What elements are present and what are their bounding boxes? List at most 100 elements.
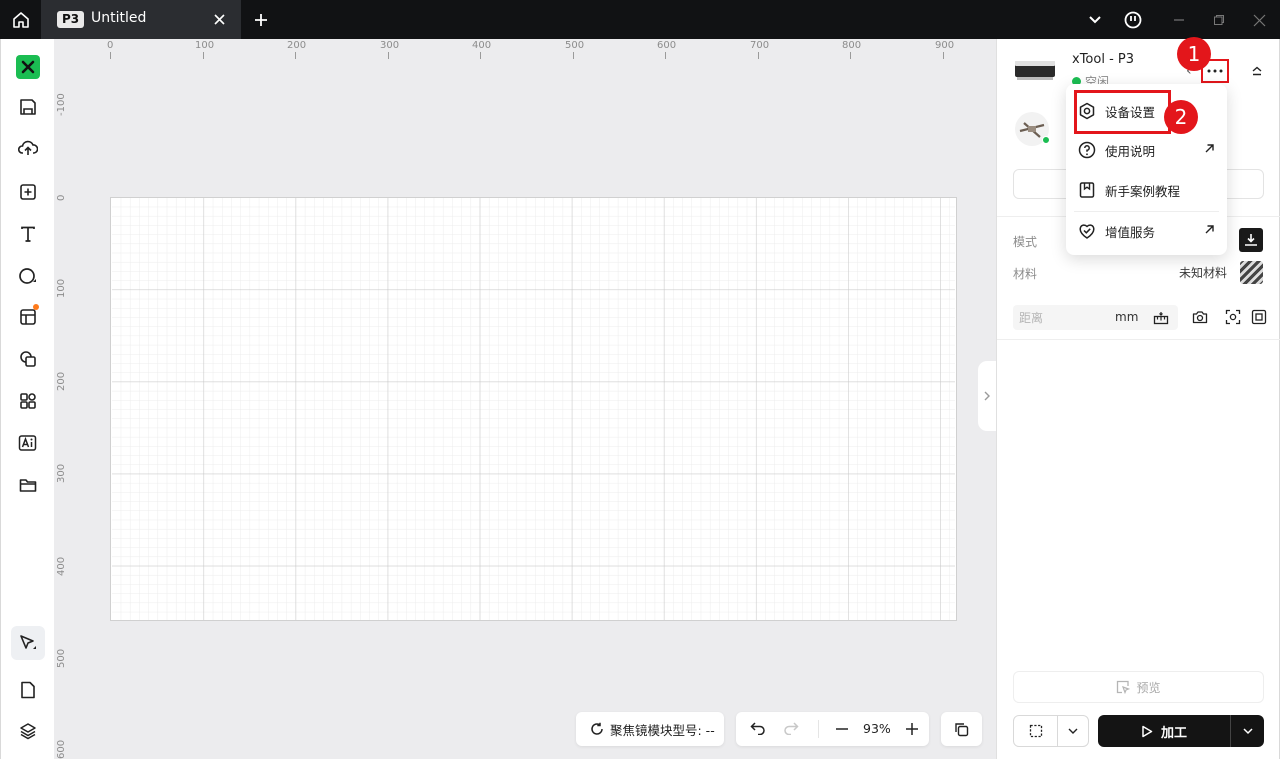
play-icon [1142,725,1153,737]
select-tool[interactable] [11,626,45,660]
zoom-level[interactable]: 93% [863,721,891,736]
start-process-button[interactable]: 加工 [1098,715,1231,747]
save-icon [20,99,36,115]
add-tool[interactable] [11,175,45,209]
process-dropdown-button[interactable] [1231,715,1264,747]
chevron-down-icon [1068,728,1078,734]
elements-tool[interactable] [11,384,45,418]
tab-device-badge: P3 [57,11,85,28]
ruler-icon [1153,311,1169,324]
copy-button[interactable] [941,712,982,746]
power-face-icon [1124,11,1142,29]
refresh-icon [591,722,603,735]
file-tool[interactable] [11,673,45,707]
step-marker-2: 2 [1164,100,1198,134]
undo-button[interactable] [750,721,766,739]
plus-icon [255,14,267,26]
frame-button[interactable] [1249,307,1269,327]
save-tool[interactable] [11,90,45,124]
ruler-label: 100 [56,278,67,298]
upload-tool[interactable] [11,131,45,165]
chevron-up-icon [1252,66,1262,76]
process-button[interactable]: 加工 [1098,715,1264,747]
ruler-label: 0 [56,194,67,201]
redo-button[interactable] [783,721,799,739]
menu-item-value-added-services[interactable]: 增值服务 [1066,212,1227,250]
selection-mode-button[interactable] [1013,715,1089,747]
focus-lens-button[interactable]: 聚焦镜模块型号: -- [576,712,724,746]
menu-item-user-guide[interactable]: 使用说明 [1066,131,1227,169]
material-value[interactable]: 未知材料 [1179,264,1227,281]
new-tab-button[interactable] [250,9,272,31]
external-link-icon [1205,144,1214,153]
redo-icon [784,722,799,736]
selection-dropdown-button[interactable] [1058,716,1088,746]
work-area-grid[interactable] [110,197,957,621]
menu-item-label: 新手案例教程 [1105,183,1181,199]
home-button[interactable] [0,0,41,39]
close-icon [1253,14,1265,26]
scan-button[interactable] [1223,307,1243,327]
highlight-device-settings [1074,90,1171,134]
shape-tool[interactable] [11,259,45,293]
template-tool[interactable] [11,300,45,334]
ai-tool[interactable] [11,426,45,460]
ruler-label: 300 [56,463,67,483]
minimize-button[interactable] [1168,9,1190,31]
menu-item-label: 增值服务 [1105,224,1156,240]
minus-icon [836,728,848,730]
ruler-label: 400 [56,556,67,576]
tab-close-button[interactable] [209,9,229,29]
layers-tool[interactable] [11,714,45,748]
restore-button[interactable] [1208,9,1230,31]
minimize-icon [1174,19,1184,21]
overlap-icon [20,351,36,367]
dropdown-button[interactable] [1084,9,1106,31]
ruler-top-ticks [110,52,944,59]
preview-icon [1117,680,1131,694]
text-tool[interactable] [11,217,45,251]
xtool-logo-icon [21,60,35,74]
separator [818,720,819,738]
mode-button[interactable] [1239,228,1263,252]
app-logo[interactable] [16,55,40,79]
tab-untitled[interactable]: P3 Untitled [41,0,241,39]
device-name: xTool - P3 [1072,52,1135,67]
ruler-label: 200 [56,371,67,391]
close-window-button[interactable] [1248,9,1270,31]
layout-icon [20,309,36,325]
camera-icon [1192,311,1208,324]
menu-item-label: 使用说明 [1105,143,1156,159]
ruler-label: 500 [56,648,67,668]
chevron-down-icon [1089,16,1101,24]
material-swatch[interactable] [1240,261,1263,284]
layers-icon [20,723,36,740]
apps-icon [20,393,36,409]
selection-area-button[interactable] [1014,716,1058,746]
folder-icon [19,479,37,492]
mode-label: 模式 [1013,235,1038,249]
shield-check-icon [1079,224,1095,239]
preview-button[interactable]: 预览 [1013,671,1264,703]
account-button[interactable] [1122,9,1144,31]
tab-title: Untitled [91,10,147,26]
measure-button[interactable] [1151,308,1171,327]
ai-icon [18,435,37,451]
menu-item-beginner-tutorial[interactable]: 新手案例教程 [1066,171,1227,209]
panel-collapse-handle[interactable] [978,361,996,431]
ruler-left: -100 0 100 200 300 400 500 600 [54,39,76,759]
folder-tool[interactable] [11,468,45,502]
external-link-icon [1205,225,1214,234]
canvas-area[interactable]: 0 100 200 300 400 500 600 700 800 900 -1… [54,39,996,759]
zoom-out-button[interactable] [835,722,849,740]
laser-device-image [1015,61,1055,80]
camera-button[interactable] [1190,307,1210,327]
combine-tool[interactable] [11,342,45,376]
chevron-down-icon [1242,728,1253,735]
add-box-icon [20,184,36,200]
collapse-panel-button[interactable] [1247,61,1267,81]
copy-icon [955,722,969,736]
zoom-in-button[interactable] [905,722,919,740]
ruler-label: 600 [56,739,67,759]
distance-input[interactable] [1013,305,1108,330]
